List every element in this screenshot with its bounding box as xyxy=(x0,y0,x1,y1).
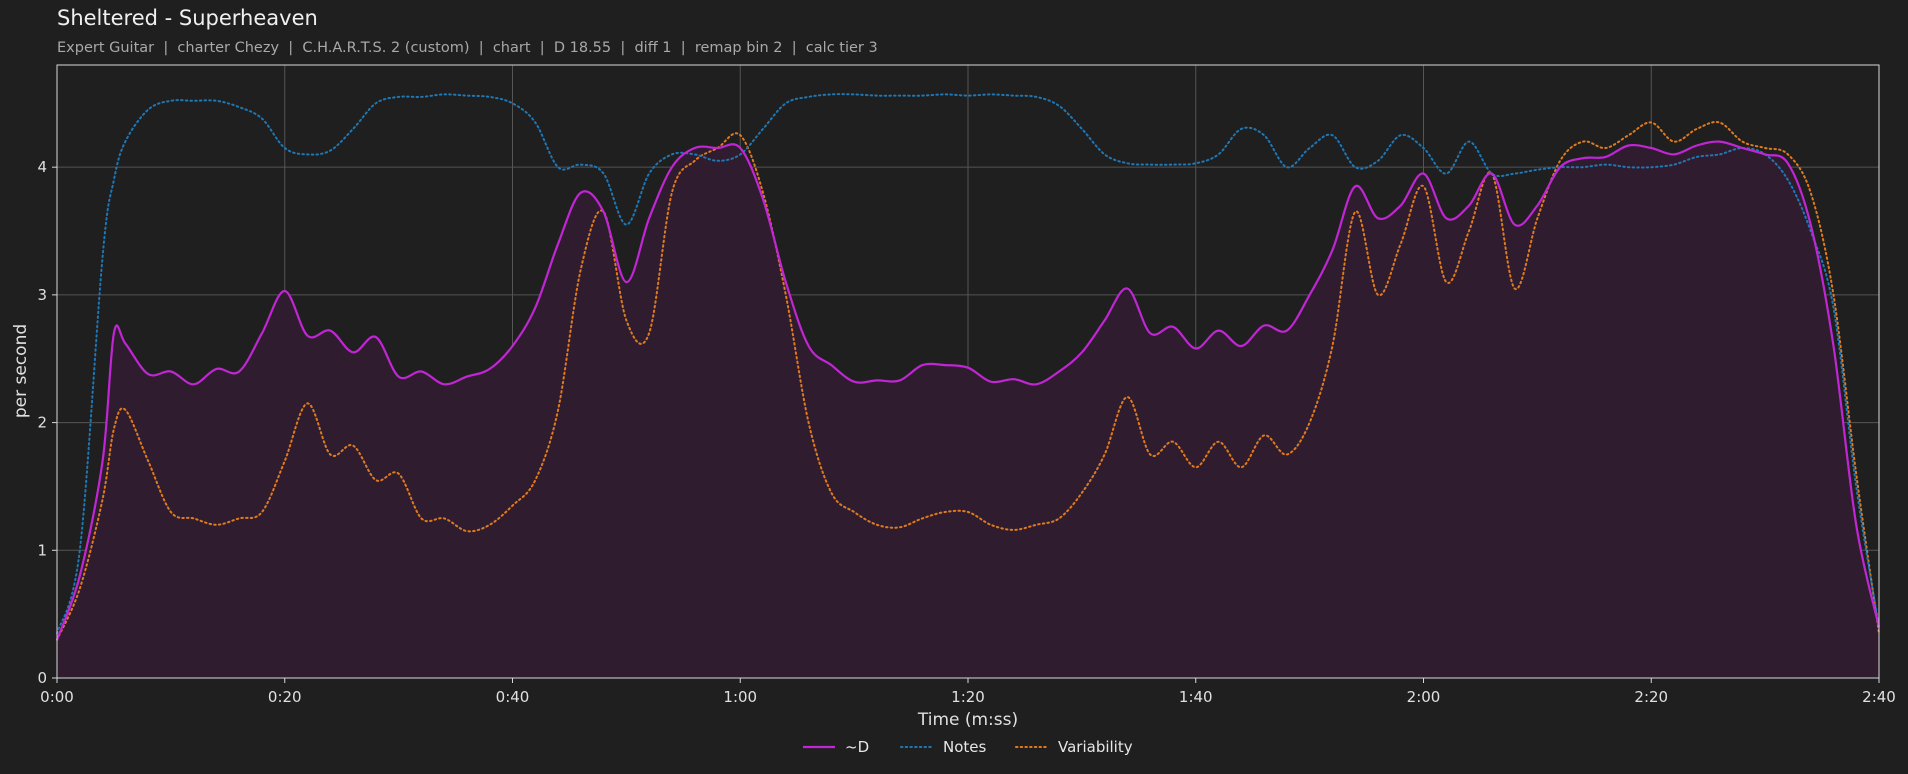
y-tick-label: 4 xyxy=(37,158,47,176)
x-axis-label: Time (m:ss) xyxy=(917,710,1018,730)
x-tick-label: 2:00 xyxy=(1407,688,1441,706)
x-tick-label: 0:00 xyxy=(40,688,74,706)
legend-label-d: ~D xyxy=(845,738,869,756)
legend-label-notes: Notes xyxy=(943,738,987,756)
x-tick-label: 1:20 xyxy=(951,688,985,706)
y-tick-label: 1 xyxy=(37,541,47,559)
line-chart: 0:00 0:20 0:40 1:00 1:20 1:40 2:00 2:20 2:40 0 1 2… xyxy=(11,64,1896,756)
y-axis-ticks: 0 1 2 3 4 xyxy=(37,158,57,687)
x-tick-label: 0:20 xyxy=(268,688,302,706)
x-tick-label: 1:00 xyxy=(723,688,757,706)
x-tick-label: 1:40 xyxy=(1179,688,1213,706)
x-tick-label: 2:20 xyxy=(1634,688,1668,706)
x-tick-label: 0:40 xyxy=(496,688,530,706)
x-tick-label: 2:40 xyxy=(1862,688,1896,706)
legend-label-variability: Variability xyxy=(1058,738,1133,756)
x-axis-ticks: 0:00 0:20 0:40 1:00 1:20 1:40 2:00 2:20 2:40 xyxy=(40,678,1896,706)
y-tick-label: 3 xyxy=(37,286,47,304)
y-tick-label: 2 xyxy=(37,414,47,432)
y-axis-label: per second xyxy=(11,324,31,418)
y-tick-label: 0 xyxy=(37,669,47,687)
legend: ~D Notes Variability xyxy=(803,738,1133,756)
